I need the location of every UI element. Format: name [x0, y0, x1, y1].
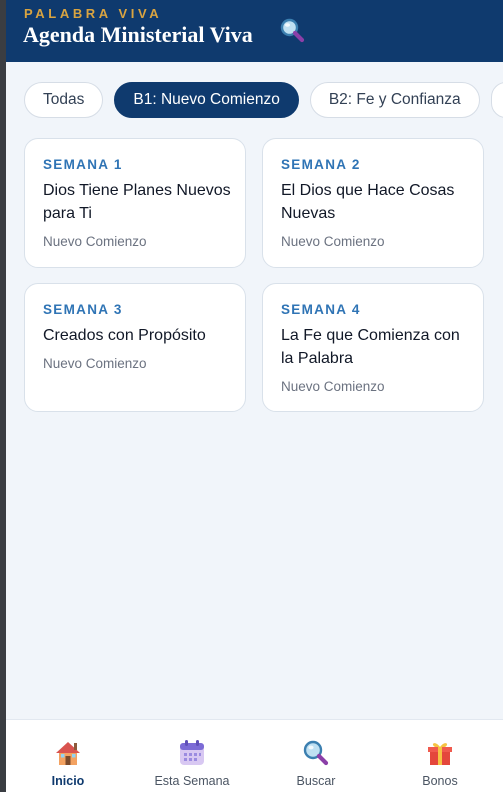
house-icon — [56, 742, 80, 765]
card-subtitle: Nuevo Comienzo — [281, 379, 385, 394]
nav-label: Esta Semana — [154, 774, 230, 788]
card-title: La Fe que Comienza con la Palabra — [281, 327, 460, 367]
card-title: Creados con Propósito — [43, 327, 206, 344]
card-subtitle: Nuevo Comienzo — [43, 356, 147, 371]
nav-label: Bonos — [422, 774, 458, 788]
calendar-icon — [180, 740, 204, 765]
filter-chips: Todas B1: Nuevo Comienzo B2: Fe y Confia… — [24, 82, 503, 118]
filter-chip-b1[interactable]: B1: Nuevo Comienzo — [114, 82, 299, 118]
nav-esta-semana[interactable]: Esta Semana — [130, 720, 254, 792]
week-card-4[interactable]: SEMANA 4 La Fe que Comienza con la Palab… — [262, 283, 484, 412]
app-screen: PALABRA VIVA Agenda Ministerial Viva Tod… — [6, 0, 503, 792]
card-week-label: SEMANA 2 — [281, 157, 361, 172]
filter-chip-todas[interactable]: Todas — [24, 82, 104, 118]
nav-label: Buscar — [296, 774, 336, 788]
search-button[interactable] — [278, 16, 308, 46]
magnifier-icon — [303, 740, 329, 766]
app-header: PALABRA VIVA Agenda Ministerial Viva — [6, 0, 503, 62]
nav-label: Inicio — [51, 774, 85, 788]
week-card-3[interactable]: SEMANA 3 Creados con Propósito Nuevo Com… — [24, 283, 246, 412]
card-subtitle: Nuevo Comienzo — [43, 234, 147, 249]
filter-chip-next[interactable] — [490, 82, 503, 118]
nav-bonos[interactable]: Bonos — [378, 720, 502, 792]
card-title: El Dios que Hace Cosas Nuevas — [281, 182, 455, 222]
nav-buscar[interactable]: Buscar — [254, 720, 378, 792]
card-week-label: SEMANA 4 — [281, 302, 361, 317]
gift-icon — [428, 743, 452, 765]
card-week-label: SEMANA 3 — [43, 302, 123, 317]
card-title: Dios Tiene Planes Nuevos para Ti — [43, 182, 231, 222]
card-subtitle: Nuevo Comienzo — [281, 234, 385, 249]
card-week-label: SEMANA 1 — [43, 157, 123, 172]
week-card-2[interactable]: SEMANA 2 El Dios que Hace Cosas Nuevas N… — [262, 138, 484, 268]
bottom-nav: Inicio Esta Semana Buscar Bonos — [6, 719, 503, 792]
app-title: Agenda Ministerial Viva — [23, 22, 253, 47]
brand-kicker: PALABRA VIVA — [24, 6, 163, 21]
nav-inicio[interactable]: Inicio — [6, 720, 130, 792]
magnifier-icon — [280, 18, 305, 43]
filter-chip-b2[interactable]: B2: Fe y Confianza — [309, 82, 480, 118]
week-card-1[interactable]: SEMANA 1 Dios Tiene Planes Nuevos para T… — [24, 138, 246, 268]
